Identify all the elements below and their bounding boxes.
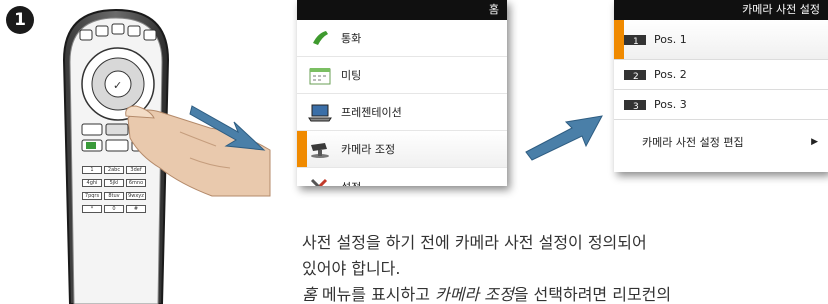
- svg-text:3: 3: [633, 102, 639, 111]
- svg-text:2: 2: [633, 72, 639, 81]
- camera-preset-title: 카메라 사전 설정: [614, 0, 828, 20]
- menu-item-label: 통화: [341, 32, 362, 45]
- menu-item-label: 카메라 조정: [341, 143, 396, 156]
- menu-item-settings[interactable]: 설정: [297, 168, 507, 186]
- key-0[interactable]: 0: [104, 205, 124, 213]
- key-star[interactable]: *: [82, 205, 102, 213]
- camera-preset-panel: 카메라 사전 설정 1 Pos. 1 2 Pos. 2 3 Pos. 3 카메라…: [614, 0, 828, 172]
- caption-text: 메뉴를 표시하고: [316, 285, 436, 304]
- preset-item-pos-3[interactable]: 3 Pos. 3: [614, 90, 828, 120]
- caption-camera-emphasis: 카메라 조정: [435, 285, 514, 304]
- caption-text: 을 선택하려면 리모컨의: [513, 285, 672, 304]
- preset-item-edit[interactable]: 카메라 사전 설정 편집 ▶: [614, 120, 828, 164]
- key-hash[interactable]: #: [126, 205, 146, 213]
- laptop-icon: [307, 101, 333, 123]
- step-number-badge: 1: [6, 6, 34, 34]
- home-menu-panel: 홈 통화 미팅 프레젠테이션 카메라 조정 설정: [297, 0, 507, 186]
- preset-item-pos-2[interactable]: 2 Pos. 2: [614, 60, 828, 90]
- svg-text:1: 1: [633, 37, 639, 46]
- preset-1-icon: 1: [624, 29, 646, 51]
- camera-icon: [307, 138, 333, 160]
- caption-line-1: 사전 설정을 하기 전에 카메라 사전 설정이 정의되어: [302, 233, 647, 252]
- menu-item-label: 미팅: [341, 69, 362, 82]
- home-menu-title: 홈: [297, 0, 507, 20]
- caption-line-2: 있어야 합니다.: [302, 259, 401, 278]
- preset-item-pos-1[interactable]: 1 Pos. 1: [614, 20, 828, 60]
- menu-item-camera-control[interactable]: 카메라 조정: [297, 131, 507, 168]
- preset-3-icon: 3: [624, 94, 646, 116]
- preset-label: Pos. 3: [654, 98, 687, 111]
- preset-label: Pos. 1: [654, 33, 687, 46]
- key-1[interactable]: 1: [82, 166, 102, 174]
- arrow-right-up-icon: [525, 115, 603, 161]
- preset-2-icon: 2: [624, 64, 646, 86]
- menu-item-meeting[interactable]: 미팅: [297, 57, 507, 94]
- preset-label: Pos. 2: [654, 68, 687, 81]
- caption-line-3: 홈 메뉴를 표시하고 카메라 조정을 선택하려면 리모컨의: [302, 282, 671, 304]
- tools-icon: [307, 176, 333, 186]
- menu-item-label: 설정: [341, 179, 361, 187]
- key-7[interactable]: 7pqrs: [82, 192, 102, 200]
- key-4[interactable]: 4ghi: [82, 179, 102, 187]
- calendar-icon: [307, 64, 333, 86]
- phone-handset-icon: [307, 27, 333, 49]
- menu-item-label: 프레젠테이션: [341, 106, 402, 119]
- chevron-right-icon: ▶: [811, 137, 818, 147]
- caption-home-emphasis: 홈: [302, 285, 317, 304]
- arrow-right-down-icon: [189, 105, 266, 151]
- preset-edit-label: 카메라 사전 설정 편집: [642, 136, 744, 149]
- menu-item-call[interactable]: 통화: [297, 20, 507, 57]
- menu-item-presentation[interactable]: 프레젠테이션: [297, 94, 507, 131]
